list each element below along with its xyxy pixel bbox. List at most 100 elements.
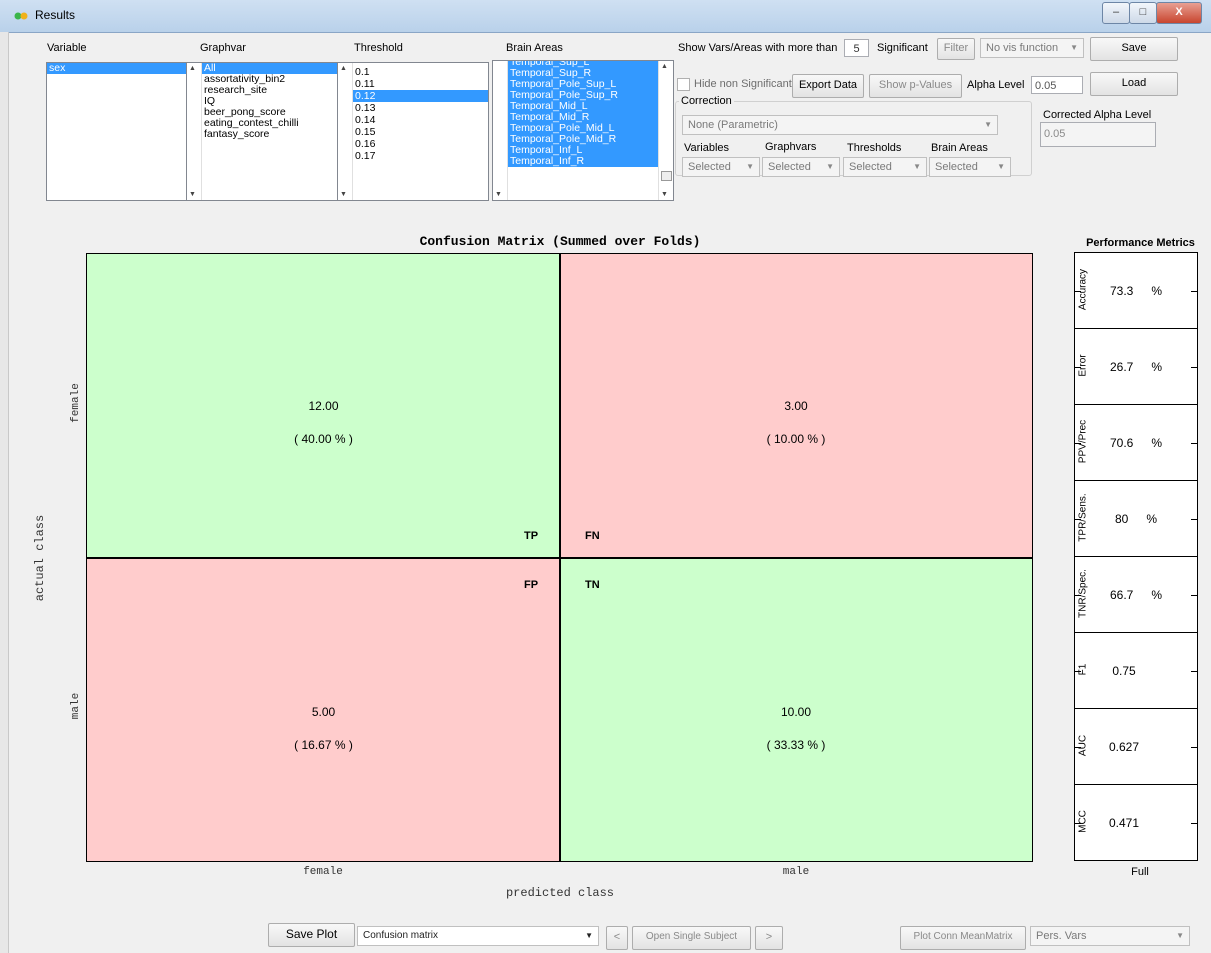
threshold-listbox[interactable]: ▲ ▼ 0.1 0.11 0.12 0.13 0.14 0.15 0.16 0.1…	[337, 62, 489, 201]
show-p-values-button[interactable]: Show p-Values	[869, 74, 962, 98]
graphvars-correction-dropdown[interactable]: Selected ▼	[762, 157, 840, 177]
scroll-down-icon[interactable]: ▼	[189, 191, 196, 198]
app-icon	[14, 12, 28, 20]
brain-area-item[interactable]: Temporal_Inf_R	[508, 156, 658, 167]
scroll-down-icon[interactable]: ▼	[340, 191, 347, 198]
tn-tag: TN	[585, 579, 600, 591]
metric-number: 70.6	[1109, 436, 1134, 450]
chevron-down-icon: ▼	[585, 931, 593, 940]
variables-correction-value: Selected	[688, 161, 731, 173]
brain-areas-correction-dropdown[interactable]: Selected ▼	[929, 157, 1011, 177]
threshold-item[interactable]: 0.1	[353, 66, 488, 78]
metric-number: 73.3	[1109, 284, 1134, 298]
threshold-item[interactable]: 0.16	[353, 138, 488, 150]
chevron-down-icon: ▼	[1070, 43, 1078, 52]
pers-vars-value: Pers. Vars	[1036, 930, 1087, 942]
tp-tag: TP	[524, 530, 539, 542]
metric-row: TPR/Sens. 80 %	[1075, 481, 1197, 557]
matrix-title: Confusion Matrix (Summed over Folds)	[419, 234, 701, 249]
fn-value: 3.00	[784, 399, 808, 413]
threshold-item[interactable]: 0.17	[353, 150, 488, 162]
plot-type-value: Confusion matrix	[363, 930, 439, 941]
variable-listbox[interactable]: sex	[46, 62, 203, 201]
minimize-button[interactable]: –	[1102, 2, 1130, 24]
graphvar-item[interactable]: research_site	[202, 85, 352, 96]
scroll-up-icon[interactable]: ▲	[661, 63, 668, 70]
graphvar-item[interactable]: fantasy_score	[202, 129, 352, 140]
metric-value: 26.7 %	[1075, 360, 1197, 374]
filter-button[interactable]: Filter	[937, 38, 975, 60]
threshold-item[interactable]: 0.14	[353, 114, 488, 126]
metric-number: 0.75	[1112, 664, 1136, 678]
chevron-down-icon: ▼	[826, 162, 834, 171]
graphvar-label: Graphvar	[200, 42, 246, 54]
threshold-item[interactable]: 0.13	[353, 102, 488, 114]
brain-areas-listbox[interactable]: ▼ Temporal_Sup_L Temporal_Sup_R Temporal…	[492, 60, 674, 201]
brain-areas-scrollbar-left[interactable]: ▼	[493, 61, 508, 200]
correction-method-dropdown[interactable]: None (Parametric) ▼	[682, 115, 998, 135]
vis-function-value: No vis function	[986, 42, 1059, 54]
threshold-item[interactable]: 0.12	[353, 90, 488, 102]
window-left-edge	[0, 32, 9, 953]
hide-nonsig-checkbox[interactable]	[677, 78, 690, 91]
scroll-up-icon[interactable]: ▲	[340, 65, 347, 72]
metric-row: Error 26.7 %	[1075, 329, 1197, 405]
y-axis-label: actual class	[33, 514, 47, 602]
graphvars-correction-value: Selected	[768, 161, 811, 173]
pers-vars-dropdown[interactable]: Pers. Vars ▼	[1030, 926, 1190, 946]
metric-number: 26.7	[1109, 360, 1134, 374]
vis-function-dropdown[interactable]: No vis function ▼	[980, 38, 1084, 58]
metric-value: 0.75	[1063, 664, 1185, 678]
save-button[interactable]: Save	[1090, 37, 1178, 61]
col-label-female: female	[303, 866, 343, 878]
export-data-button[interactable]: Export Data	[792, 74, 864, 98]
chevron-down-icon: ▼	[984, 120, 992, 129]
variables-correction-dropdown[interactable]: Selected ▼	[682, 157, 760, 177]
brain-areas-scrollbar[interactable]: ▲ ▼	[658, 61, 673, 200]
save-plot-button[interactable]: Save Plot	[268, 923, 355, 947]
window-title: Results	[35, 8, 76, 22]
open-single-subject-button[interactable]: Open Single Subject	[632, 926, 751, 950]
chevron-down-icon: ▼	[1176, 931, 1184, 940]
cell-false-positive: 5.00 ( 16.67 % ) FP	[87, 558, 560, 861]
graphvars-label: Graphvars	[765, 141, 817, 153]
maximize-button[interactable]: □	[1129, 2, 1157, 24]
tp-percent: ( 40.00 % )	[294, 432, 353, 446]
scroll-down-icon[interactable]: ▼	[661, 191, 668, 198]
scroll-thumb[interactable]	[661, 171, 672, 181]
threshold-scrollbar[interactable]: ▲ ▼	[338, 63, 353, 200]
next-button[interactable]: >	[755, 926, 783, 950]
metric-row: F1 0.75	[1075, 633, 1197, 709]
threshold-item[interactable]: 0.11	[353, 78, 488, 90]
min-significant-input[interactable]: 5	[844, 39, 869, 57]
metric-value: 70.6 %	[1075, 436, 1197, 450]
window-controls: – □ X	[1102, 2, 1202, 24]
load-button[interactable]: Load	[1090, 72, 1178, 96]
tick-mark	[1191, 823, 1197, 824]
metric-number: 0.627	[1108, 740, 1140, 754]
metric-unit: %	[1151, 360, 1163, 374]
chevron-down-icon: ▼	[913, 162, 921, 171]
graphvar-listbox[interactable]: ▲ ▼ All assortativity_bin2 research_site …	[186, 62, 353, 201]
correction-label: Correction	[679, 95, 734, 107]
variable-label: Variable	[47, 42, 87, 54]
metric-row: PPV/Prec 70.6 %	[1075, 405, 1197, 481]
matrix-divider-horizontal	[87, 557, 1032, 559]
alpha-level-input[interactable]: 0.05	[1031, 76, 1083, 94]
thresholds-correction-dropdown[interactable]: Selected ▼	[843, 157, 927, 177]
close-button[interactable]: X	[1156, 2, 1202, 24]
fp-value: 5.00	[311, 705, 336, 719]
variable-item[interactable]: sex	[47, 63, 202, 74]
plot-conn-meanmatrix-button[interactable]: Plot Conn MeanMatrix	[900, 926, 1026, 950]
scroll-down-icon[interactable]: ▼	[495, 191, 502, 198]
thresholds-correction-value: Selected	[849, 161, 892, 173]
graphvar-scrollbar[interactable]: ▲ ▼	[187, 63, 202, 200]
chevron-down-icon: ▼	[746, 162, 754, 171]
tick-mark	[1191, 671, 1197, 672]
threshold-item[interactable]: 0.15	[353, 126, 488, 138]
brain-areas-correction-value: Selected	[935, 161, 978, 173]
scroll-up-icon[interactable]: ▲	[189, 65, 196, 72]
plot-type-dropdown[interactable]: Confusion matrix ▼	[357, 926, 599, 946]
metric-number: 0.471	[1108, 816, 1140, 830]
previous-button[interactable]: <	[606, 926, 628, 950]
